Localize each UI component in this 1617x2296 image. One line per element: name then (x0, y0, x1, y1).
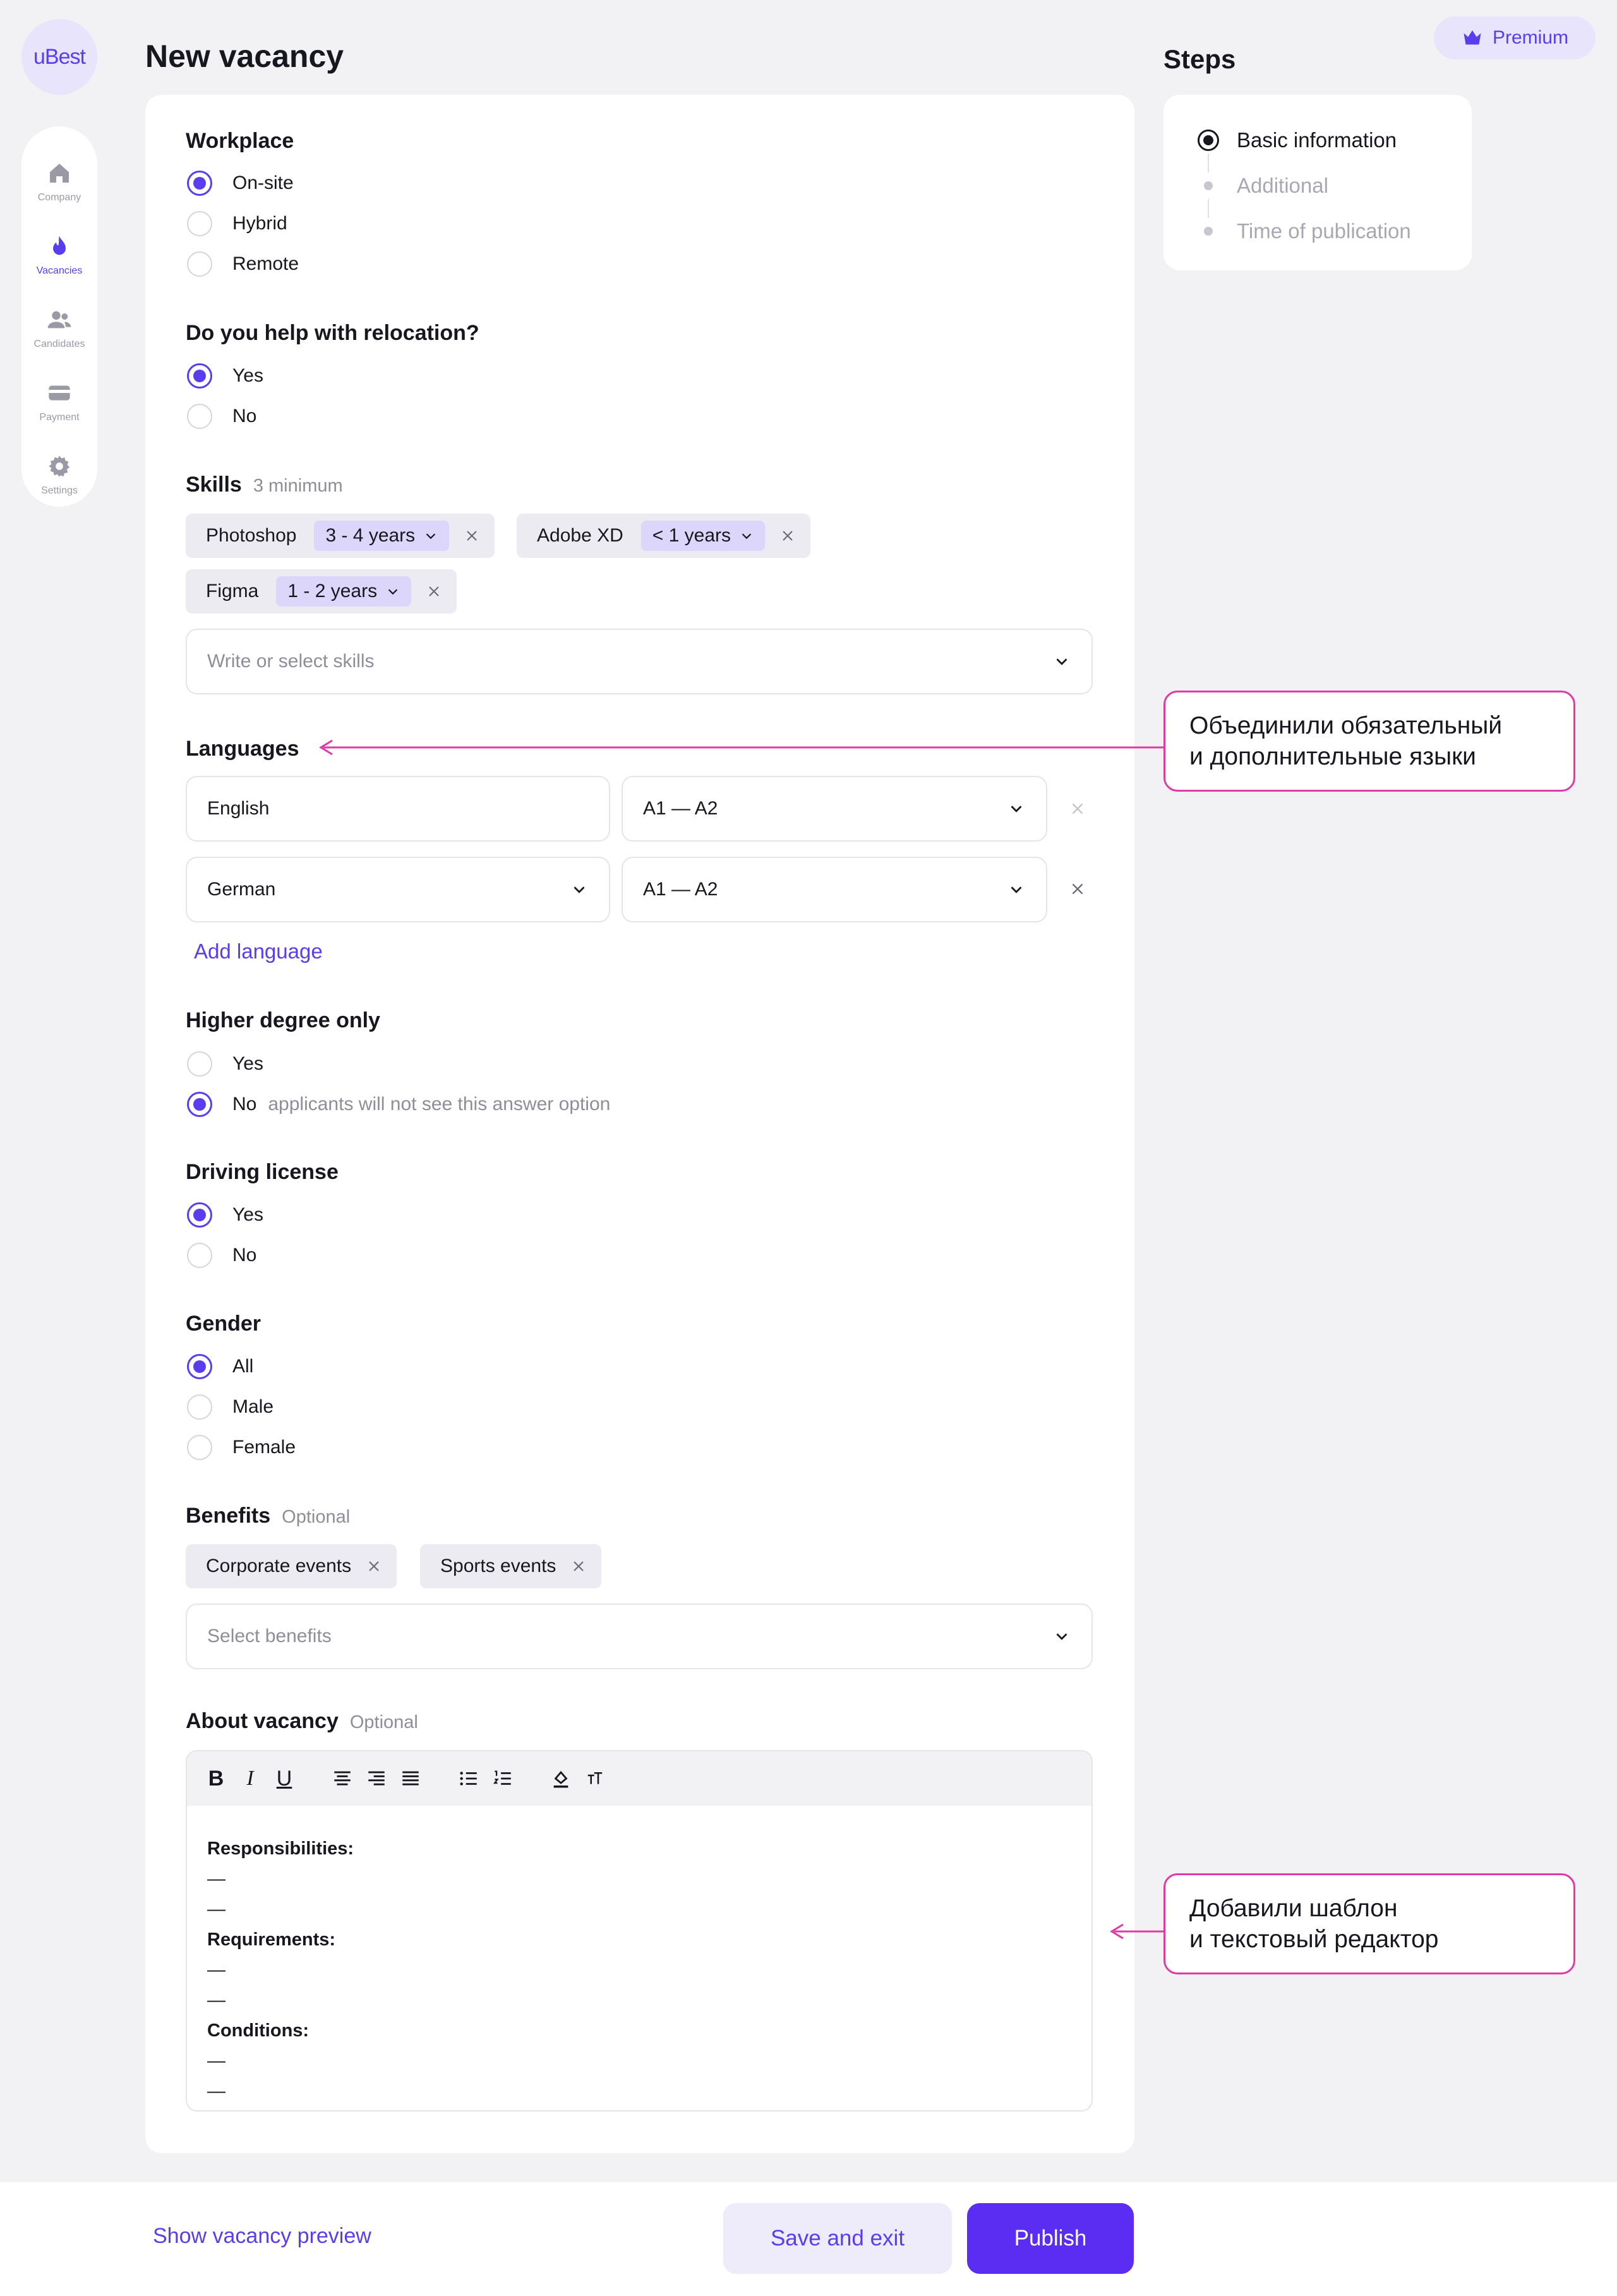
callout-text: и дополнительные языки (1189, 743, 1476, 770)
publish-button[interactable]: Publish (967, 2203, 1134, 2274)
callout-text: и текстовый редактор (1189, 1926, 1439, 1953)
callout-text: Добавили шаблон (1189, 1895, 1398, 1922)
callout-editor: Добавили шаблон и текстовый редактор (1163, 1873, 1575, 1974)
show-preview-link[interactable]: Show vacancy preview (153, 2224, 371, 2249)
callout-text: Объединили обязательный (1189, 712, 1503, 739)
save-and-exit-button[interactable]: Save and exit (723, 2203, 952, 2274)
callout-languages: Объединили обязательный и дополнительные… (1163, 691, 1575, 792)
